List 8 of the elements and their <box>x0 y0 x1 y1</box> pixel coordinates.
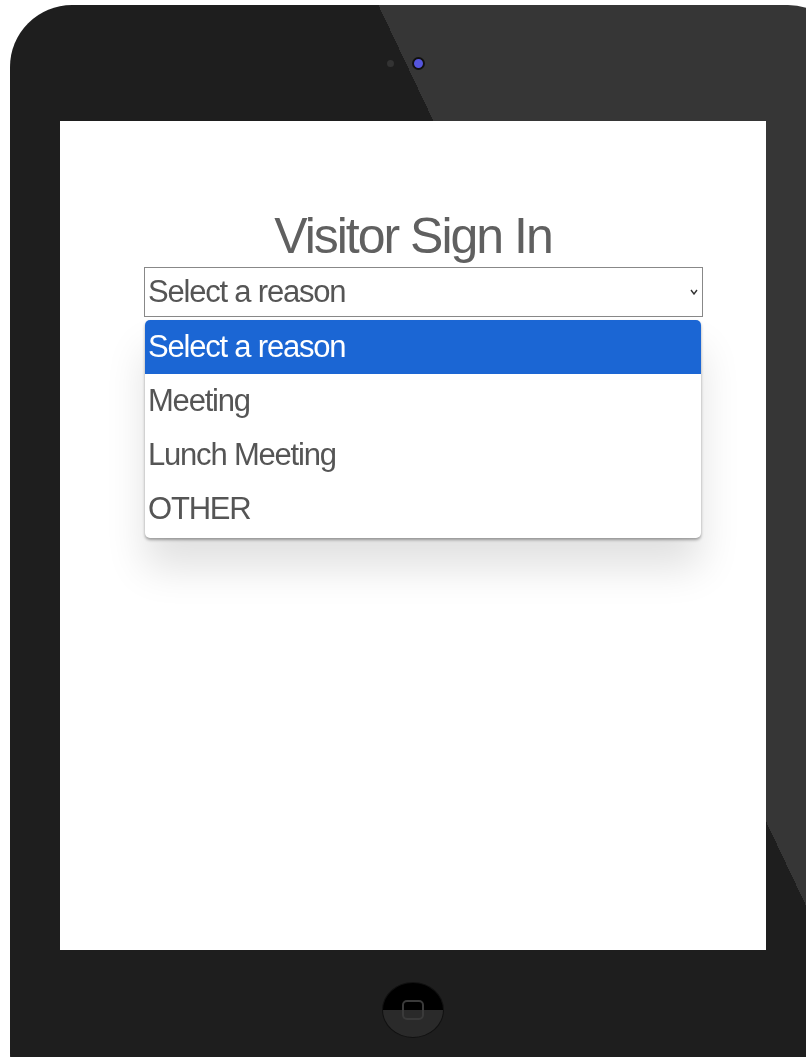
camera-icon <box>412 56 425 70</box>
dropdown-option[interactable]: OTHER <box>145 482 701 536</box>
chevron-down-icon <box>690 289 698 295</box>
dropdown-option[interactable]: Meeting <box>145 374 701 428</box>
reason-select[interactable]: Select a reason <box>144 267 703 317</box>
dropdown-option[interactable]: Select a reason <box>145 320 701 374</box>
dropdown-option[interactable]: Lunch Meeting <box>145 428 701 482</box>
page-title: Visitor Sign In <box>274 207 552 266</box>
